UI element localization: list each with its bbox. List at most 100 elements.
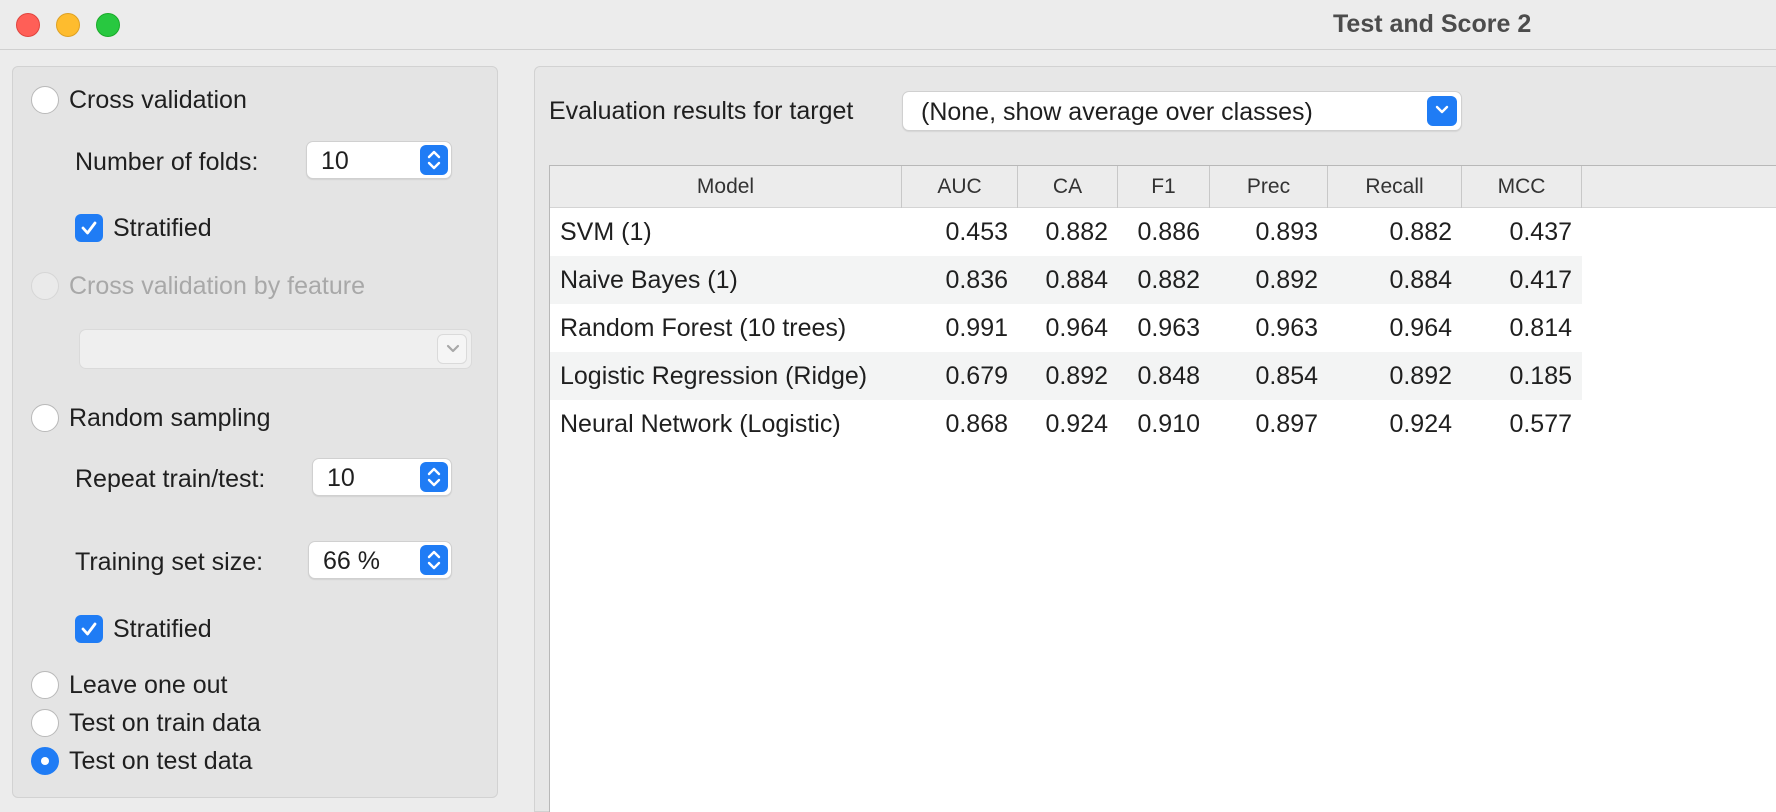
test-on-train-label: Test on train data bbox=[69, 708, 261, 737]
cv-by-feature-option: Cross validation by feature bbox=[31, 269, 365, 303]
feature-select bbox=[79, 329, 472, 369]
folds-stepper-icon[interactable] bbox=[420, 145, 448, 175]
model-cell: Neural Network (Logistic) bbox=[560, 409, 841, 438]
prec-cell: 0.963 bbox=[1255, 313, 1318, 342]
random-sampling-option[interactable]: Random sampling bbox=[31, 401, 271, 435]
recall-cell: 0.884 bbox=[1389, 265, 1452, 294]
model-cell: SVM (1) bbox=[560, 217, 652, 246]
random-sampling-label: Random sampling bbox=[69, 403, 271, 432]
repeat-stepper-icon[interactable] bbox=[420, 462, 448, 492]
f1-cell: 0.886 bbox=[1137, 217, 1200, 246]
window-title: Test and Score 2 bbox=[1333, 10, 1532, 38]
cross-validation-label: Cross validation bbox=[69, 85, 247, 114]
chevron-down-icon bbox=[437, 334, 467, 364]
ca-cell: 0.892 bbox=[1045, 361, 1108, 390]
title-bar: Test and Score 2 bbox=[0, 0, 1776, 50]
recall-cell: 0.882 bbox=[1389, 217, 1452, 246]
prec-cell: 0.893 bbox=[1255, 217, 1318, 246]
prec-cell: 0.892 bbox=[1255, 265, 1318, 294]
folds-value: 10 bbox=[321, 147, 349, 175]
ca-cell: 0.924 bbox=[1045, 409, 1108, 438]
recall-cell: 0.892 bbox=[1389, 361, 1452, 390]
column-header-ca[interactable]: CA bbox=[1018, 166, 1118, 208]
train-size-spinbox[interactable]: 66 % bbox=[308, 541, 452, 579]
leave-one-out-option[interactable]: Leave one out bbox=[31, 668, 227, 702]
target-label: Evaluation results for target bbox=[549, 97, 854, 125]
table-row[interactable]: SVM (1) 0.453 0.882 0.886 0.893 0.882 0.… bbox=[550, 208, 1582, 256]
test-on-train-radio[interactable] bbox=[31, 709, 59, 737]
recall-cell: 0.924 bbox=[1389, 409, 1452, 438]
leave-one-out-label: Leave one out bbox=[69, 670, 228, 699]
cv-by-feature-radio bbox=[31, 272, 59, 300]
target-select-value: (None, show average over classes) bbox=[921, 98, 1313, 126]
f1-cell: 0.882 bbox=[1137, 265, 1200, 294]
stratified-cv-label: Stratified bbox=[113, 213, 212, 242]
random-sampling-radio[interactable] bbox=[31, 404, 59, 432]
repeat-label: Repeat train/test: bbox=[75, 465, 266, 493]
table-row[interactable]: Naive Bayes (1) 0.836 0.884 0.882 0.892 … bbox=[550, 256, 1582, 304]
stratified-cv-option[interactable]: Stratified bbox=[75, 211, 212, 245]
column-header-auc[interactable]: AUC bbox=[902, 166, 1018, 208]
mcc-cell: 0.814 bbox=[1509, 313, 1572, 342]
f1-cell: 0.910 bbox=[1137, 409, 1200, 438]
model-cell: Random Forest (10 trees) bbox=[560, 313, 847, 342]
checkmark-icon bbox=[81, 622, 97, 636]
column-header-recall[interactable]: Recall bbox=[1328, 166, 1462, 208]
cross-validation-option[interactable]: Cross validation bbox=[31, 83, 247, 117]
chevron-down-icon[interactable] bbox=[1427, 96, 1457, 126]
mcc-cell: 0.417 bbox=[1509, 265, 1572, 294]
folds-spinbox[interactable]: 10 bbox=[306, 141, 452, 179]
minimize-window-button[interactable] bbox=[56, 13, 80, 37]
mcc-cell: 0.437 bbox=[1509, 217, 1572, 246]
train-size-label: Training set size: bbox=[75, 548, 264, 576]
mcc-cell: 0.185 bbox=[1509, 361, 1572, 390]
stratified-rs-checkbox[interactable] bbox=[75, 615, 103, 643]
train-size-value: 66 % bbox=[323, 547, 380, 575]
recall-cell: 0.964 bbox=[1389, 313, 1452, 342]
test-on-train-option[interactable]: Test on train data bbox=[31, 706, 261, 740]
ca-cell: 0.882 bbox=[1045, 217, 1108, 246]
prec-cell: 0.854 bbox=[1255, 361, 1318, 390]
auc-cell: 0.453 bbox=[945, 217, 1008, 246]
prec-cell: 0.897 bbox=[1255, 409, 1318, 438]
model-cell: Logistic Regression (Ridge) bbox=[560, 361, 868, 390]
results-panel: Evaluation results for target (None, sho… bbox=[534, 66, 1776, 812]
table-row[interactable]: Neural Network (Logistic) 0.868 0.924 0.… bbox=[550, 400, 1582, 448]
target-select[interactable]: (None, show average over classes) bbox=[902, 91, 1462, 131]
model-cell: Naive Bayes (1) bbox=[560, 265, 738, 294]
column-header-model[interactable]: Model bbox=[550, 166, 902, 208]
stratified-rs-option[interactable]: Stratified bbox=[75, 612, 212, 646]
close-window-button[interactable] bbox=[16, 13, 40, 37]
f1-cell: 0.963 bbox=[1137, 313, 1200, 342]
stratified-rs-label: Stratified bbox=[113, 614, 212, 643]
results-table[interactable]: Model AUC CA F1 Prec Recall MCC SVM (1) … bbox=[549, 165, 1776, 812]
cross-validation-radio[interactable] bbox=[31, 86, 59, 114]
auc-cell: 0.991 bbox=[945, 313, 1008, 342]
test-on-test-option[interactable]: Test on test data bbox=[31, 744, 252, 778]
table-row[interactable]: Random Forest (10 trees) 0.991 0.964 0.9… bbox=[550, 304, 1582, 352]
stratified-cv-checkbox[interactable] bbox=[75, 214, 103, 242]
repeat-spinbox[interactable]: 10 bbox=[312, 458, 452, 496]
auc-cell: 0.679 bbox=[945, 361, 1008, 390]
cv-by-feature-label: Cross validation by feature bbox=[69, 271, 365, 300]
auc-cell: 0.836 bbox=[945, 265, 1008, 294]
checkmark-icon bbox=[81, 221, 97, 235]
auc-cell: 0.868 bbox=[945, 409, 1008, 438]
mcc-cell: 0.577 bbox=[1509, 409, 1572, 438]
column-header-f1[interactable]: F1 bbox=[1118, 166, 1210, 208]
repeat-value: 10 bbox=[327, 464, 355, 492]
column-header-prec[interactable]: Prec bbox=[1210, 166, 1328, 208]
ca-cell: 0.964 bbox=[1045, 313, 1108, 342]
folds-label: Number of folds: bbox=[75, 148, 259, 176]
table-row[interactable]: Logistic Regression (Ridge) 0.679 0.892 … bbox=[550, 352, 1582, 400]
test-on-test-radio[interactable] bbox=[31, 747, 59, 775]
f1-cell: 0.848 bbox=[1137, 361, 1200, 390]
test-on-test-label: Test on test data bbox=[69, 746, 253, 775]
column-header-mcc[interactable]: MCC bbox=[1462, 166, 1582, 208]
sampling-panel: Cross validation Number of folds: 10 Str… bbox=[12, 66, 498, 798]
ca-cell: 0.884 bbox=[1045, 265, 1108, 294]
leave-one-out-radio[interactable] bbox=[31, 671, 59, 699]
zoom-window-button[interactable] bbox=[96, 13, 120, 37]
train-size-stepper-icon[interactable] bbox=[420, 545, 448, 575]
table-header: Model AUC CA F1 Prec Recall MCC bbox=[550, 166, 1776, 208]
